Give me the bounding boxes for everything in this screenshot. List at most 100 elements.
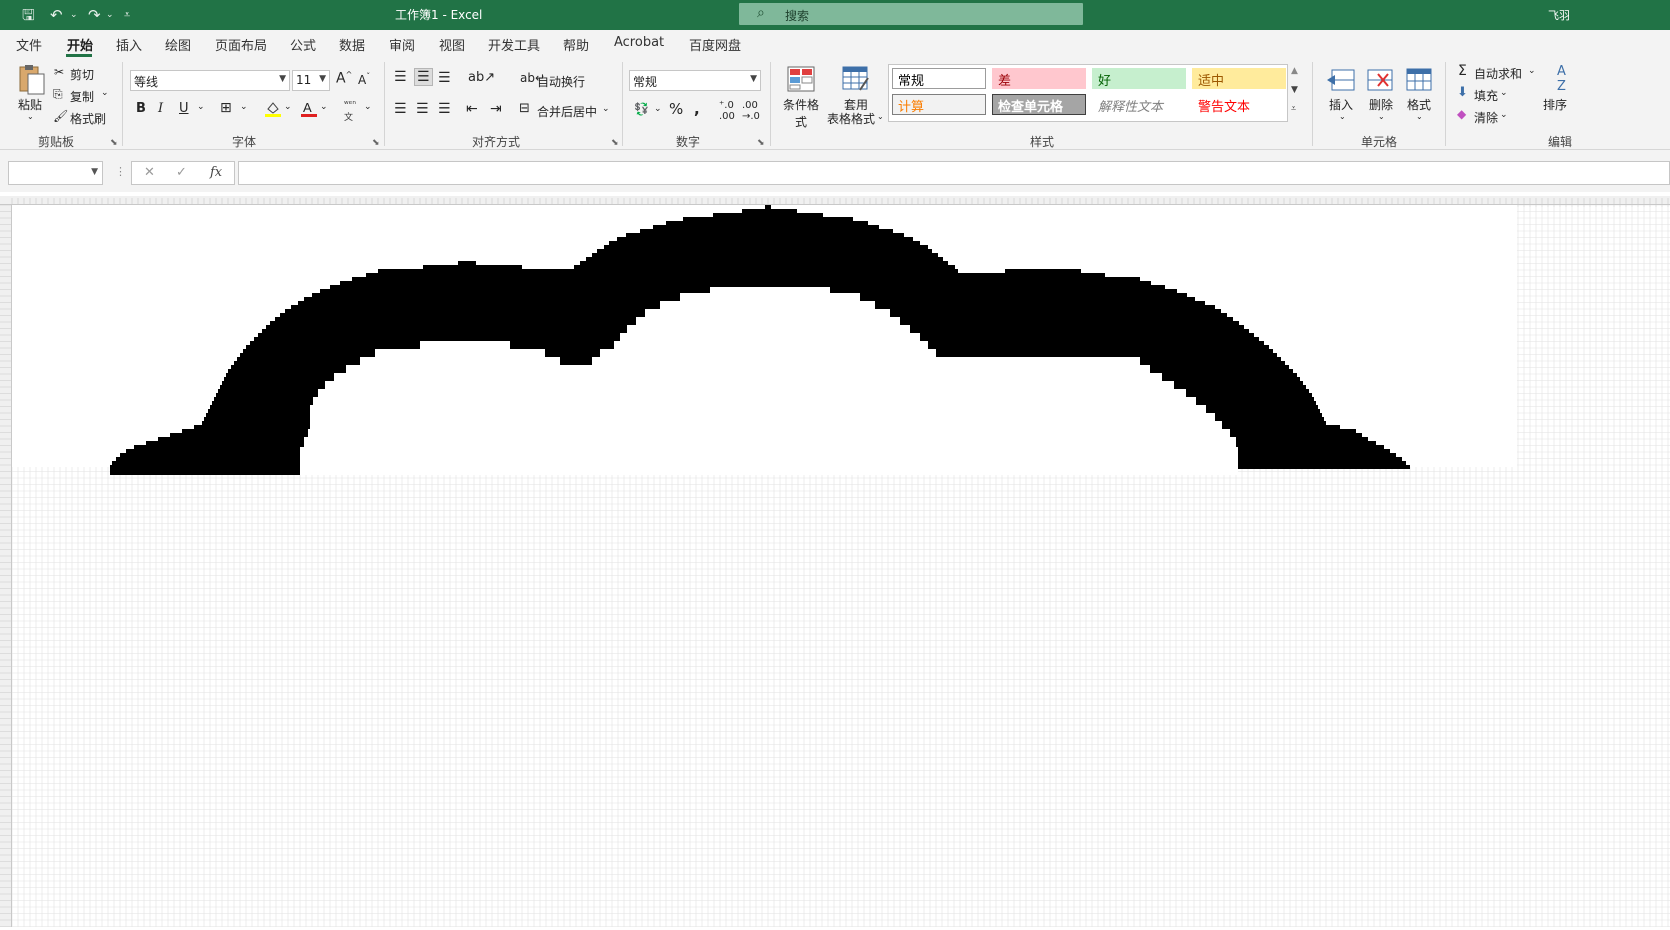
tab-page-layout[interactable]: 页面布局 — [215, 35, 267, 54]
format-painter-button[interactable]: 格式刷 — [70, 110, 106, 127]
font-launcher-icon[interactable]: ⬊ — [372, 138, 380, 148]
autosum-icon[interactable]: Σ — [1458, 63, 1467, 79]
clear-button[interactable]: 清除 — [1474, 109, 1498, 126]
sort-button[interactable]: 排序 — [1543, 96, 1567, 113]
insert-cells-button[interactable]: 插入 — [1326, 96, 1356, 113]
fill-dropdown-icon[interactable]: ⌄ — [1500, 88, 1508, 98]
decrease-decimal-icon[interactable]: .00 →.0 — [742, 100, 760, 122]
currency-icon[interactable]: 💱 — [634, 102, 649, 116]
style-check-cell[interactable]: 检查单元格 — [992, 94, 1086, 115]
font-size-select[interactable]: 11 ▼ — [292, 70, 330, 91]
style-normal[interactable]: 常规 — [892, 68, 986, 89]
gallery-more-icon[interactable]: ⩡ — [1291, 104, 1296, 114]
customize-toolbar-icon[interactable]: ⩡ — [124, 5, 130, 25]
clipboard-launcher-icon[interactable]: ⬊ — [110, 138, 118, 148]
currency-dropdown-icon[interactable]: ⌄ — [654, 104, 662, 114]
cell-grid[interactable] — [12, 205, 1670, 927]
delete-dropdown-icon[interactable]: ⌄ — [1378, 112, 1385, 121]
conditional-dropdown-icon[interactable]: ⌄ — [798, 112, 805, 121]
format-cells-icon[interactable] — [1405, 66, 1433, 92]
tab-insert[interactable]: 插入 — [116, 35, 142, 54]
undo-icon[interactable]: ↶ — [50, 5, 63, 25]
phonetic-dropdown-icon[interactable]: ⌄ — [364, 102, 372, 112]
conditional-format-icon[interactable] — [787, 66, 815, 92]
number-format-select[interactable]: 常规 ▼ — [629, 70, 761, 91]
sort-icon[interactable]: AZ — [1557, 64, 1566, 94]
align-center-icon[interactable]: ☰ — [416, 101, 429, 117]
save-icon[interactable]: 🖫 — [22, 5, 35, 25]
format-cells-button[interactable]: 格式 — [1404, 96, 1434, 113]
autosum-dropdown-icon[interactable]: ⌄ — [1528, 66, 1536, 76]
format-dropdown-icon[interactable]: ⌄ — [1416, 112, 1423, 121]
font-color-dropdown-icon[interactable]: ⌄ — [320, 102, 328, 112]
align-bottom-icon[interactable]: ☰ — [438, 70, 451, 86]
tab-view[interactable]: 视图 — [439, 35, 465, 54]
autosum-button[interactable]: 自动求和 — [1474, 65, 1522, 82]
align-top-icon[interactable]: ☰ — [394, 69, 407, 85]
decrease-font-icon[interactable]: Aˇ — [358, 72, 370, 87]
bold-button[interactable]: B — [136, 101, 146, 116]
copy-icon[interactable]: ⎘ — [53, 87, 63, 102]
redo-dropdown-icon[interactable]: ⌄ — [106, 5, 114, 25]
redo-icon[interactable]: ↷ — [88, 5, 101, 25]
paste-dropdown-icon[interactable]: ⌄ — [27, 112, 34, 121]
italic-button[interactable]: I — [158, 101, 163, 116]
fill-icon[interactable]: ⬇ — [1457, 85, 1468, 100]
tab-formulas[interactable]: 公式 — [290, 35, 316, 54]
align-left-icon[interactable]: ☰ — [394, 101, 407, 117]
comma-icon[interactable]: , — [694, 100, 700, 118]
underline-dropdown-icon[interactable]: ⌄ — [197, 102, 205, 112]
column-headers[interactable] — [0, 196, 1670, 207]
undo-dropdown-icon[interactable]: ⌄ — [70, 5, 78, 25]
insert-cells-icon[interactable] — [1326, 68, 1356, 92]
clear-dropdown-icon[interactable]: ⌄ — [1500, 110, 1508, 120]
format-painter-icon[interactable]: 🖌 — [53, 109, 68, 123]
style-good[interactable]: 好 — [1092, 68, 1186, 89]
insert-function-icon[interactable]: fx — [210, 165, 222, 180]
copy-button[interactable]: 复制 — [70, 88, 94, 105]
format-as-table-line2[interactable]: 表格格式 — [826, 110, 876, 127]
font-color-icon[interactable]: A — [300, 99, 318, 118]
align-middle-icon[interactable]: ☰ — [414, 68, 433, 86]
increase-decimal-icon[interactable]: ⁺.0.00 — [719, 100, 735, 122]
row-headers[interactable] — [0, 204, 12, 927]
name-box[interactable]: ▼ — [8, 161, 103, 185]
style-neutral[interactable]: 适中 — [1192, 68, 1286, 89]
style-calculation[interactable]: 计算 — [892, 94, 986, 115]
percent-icon[interactable]: % — [669, 100, 683, 118]
search-box[interactable]: ⌕ 搜索 — [739, 3, 1083, 25]
cut-icon[interactable]: ✂ — [54, 65, 64, 79]
tab-home[interactable]: 开始 — [67, 35, 93, 54]
tab-baidu-netdisk[interactable]: 百度网盘 — [689, 35, 741, 54]
font-name-select[interactable]: 等线 ▼ — [130, 70, 290, 91]
enter-icon[interactable]: ✓ — [176, 165, 187, 180]
tab-help[interactable]: 帮助 — [563, 35, 589, 54]
cancel-icon[interactable]: ✕ — [144, 165, 155, 180]
merge-center-icon[interactable]: ⊟ — [519, 101, 530, 116]
borders-icon[interactable]: ⊞ — [220, 100, 232, 116]
orientation-icon[interactable]: ab↗ — [468, 70, 495, 85]
delete-cells-icon[interactable] — [1366, 68, 1396, 92]
fill-color-icon[interactable] — [264, 100, 282, 118]
fill-color-dropdown-icon[interactable]: ⌄ — [284, 102, 292, 112]
cut-button[interactable]: 剪切 — [70, 66, 94, 83]
insert-dropdown-icon[interactable]: ⌄ — [1339, 112, 1346, 121]
copy-dropdown-icon[interactable]: ⌄ — [101, 88, 109, 98]
clear-icon[interactable]: ◆ — [1457, 107, 1466, 121]
gallery-up-icon[interactable]: ▲ — [1291, 66, 1298, 76]
underline-button[interactable]: U — [179, 101, 189, 116]
user-name[interactable]: 飞羽 — [1548, 7, 1570, 23]
formula-input[interactable] — [238, 161, 1670, 185]
merge-center-button[interactable]: 合并后居中 — [537, 103, 597, 120]
gallery-down-icon[interactable]: ▼ — [1291, 85, 1298, 95]
tab-acrobat[interactable]: Acrobat — [614, 35, 664, 50]
tab-developer[interactable]: 开发工具 — [488, 35, 540, 54]
fill-button[interactable]: 填充 — [1474, 87, 1498, 104]
format-as-table-dropdown-icon[interactable]: ⌄ — [877, 112, 884, 121]
number-launcher-icon[interactable]: ⬊ — [757, 138, 765, 148]
align-right-icon[interactable]: ☰ — [438, 101, 451, 117]
phonetic-icon[interactable]: ʷᵉⁿ 文 — [344, 100, 356, 123]
decrease-indent-icon[interactable]: ⇤ — [466, 101, 478, 117]
alignment-launcher-icon[interactable]: ⬊ — [611, 138, 619, 148]
wrap-text-button[interactable]: 自动换行 — [537, 73, 585, 90]
